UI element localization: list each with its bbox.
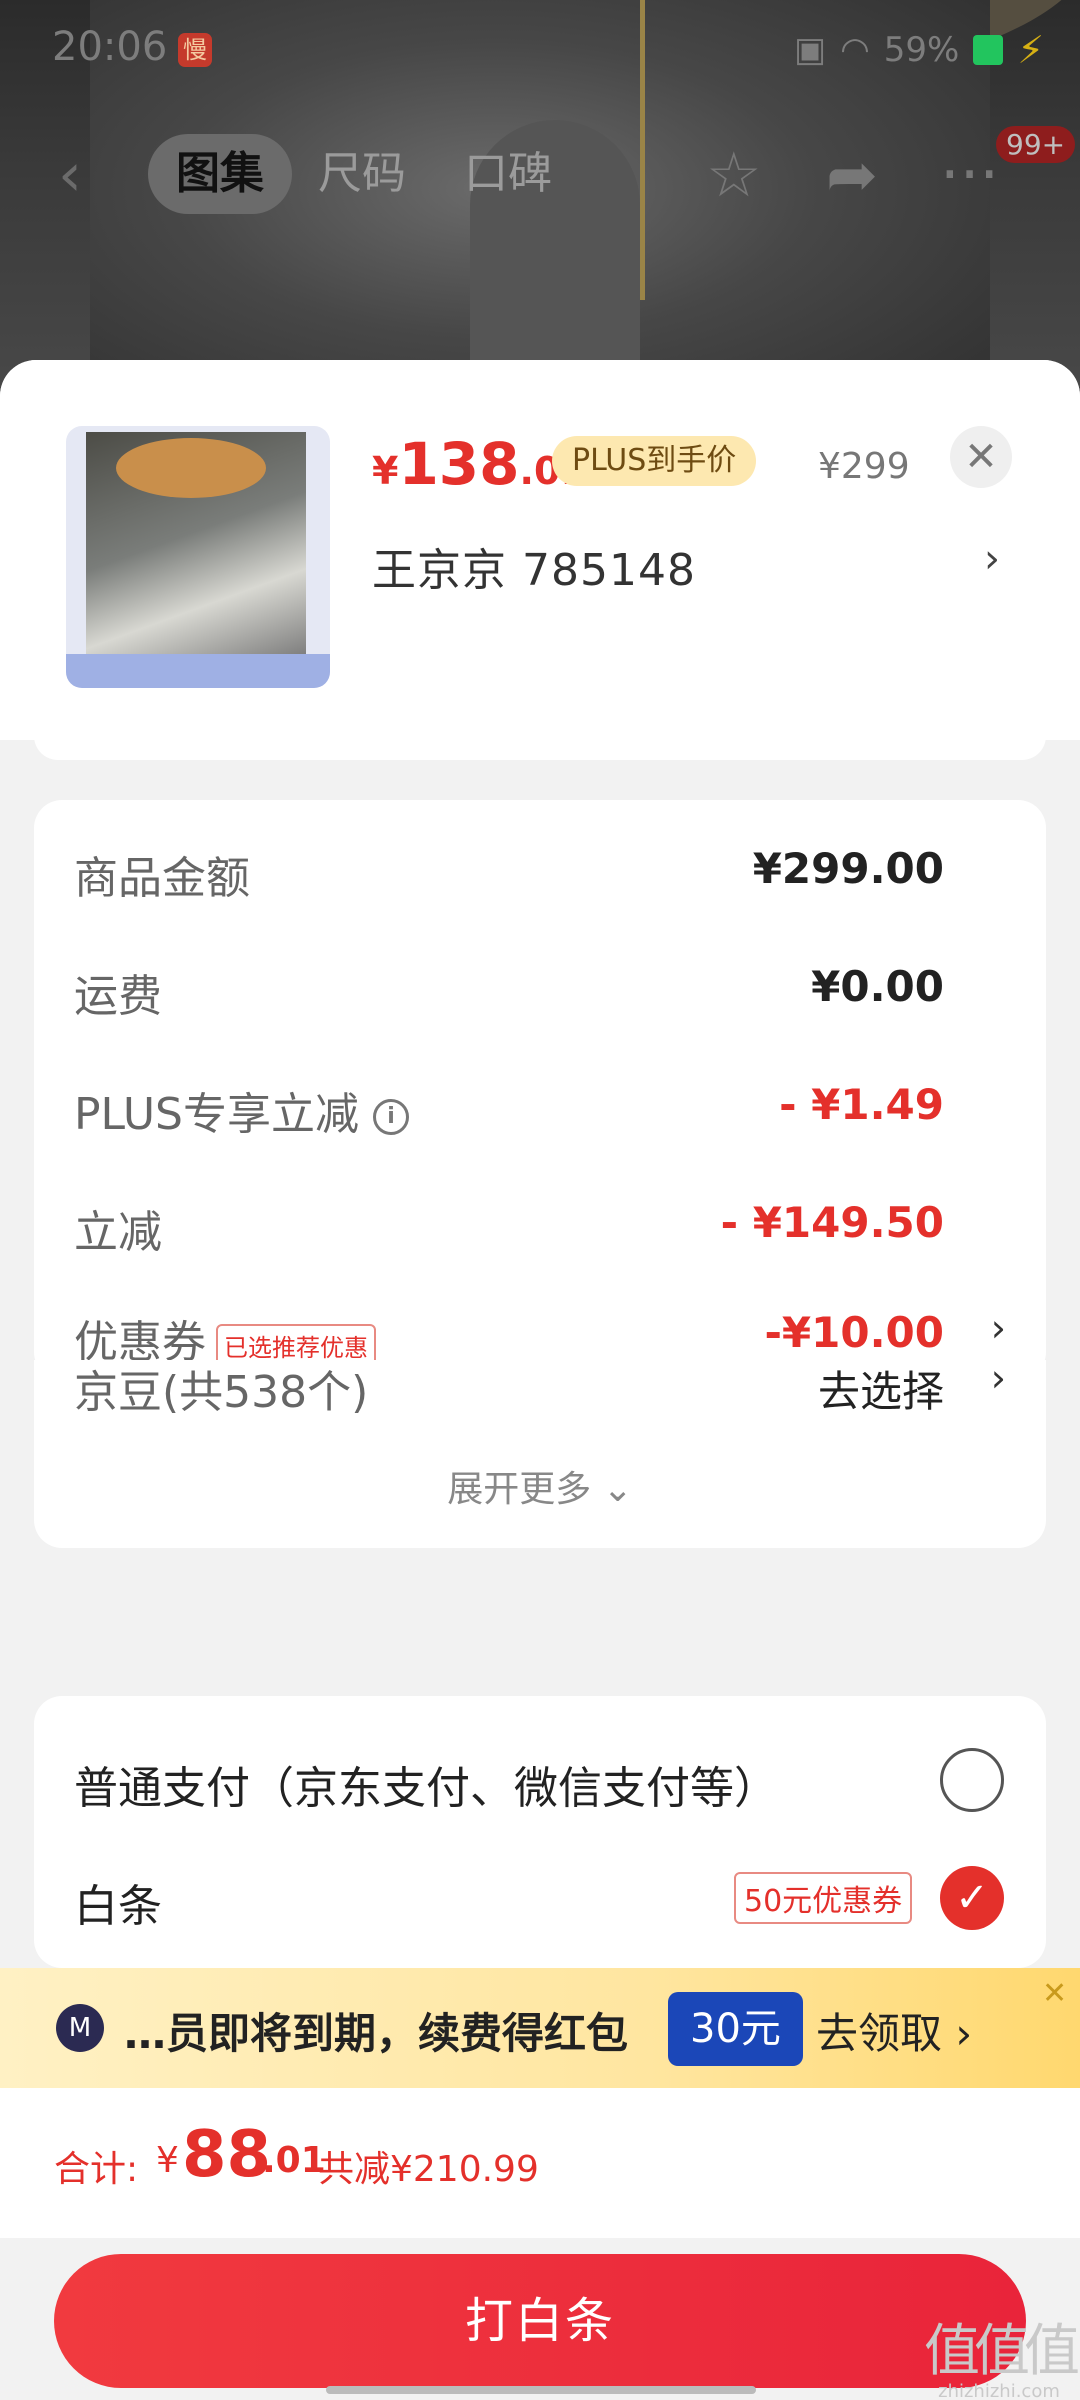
tab-reviews[interactable]: 口碑 xyxy=(464,134,552,214)
summary-value: - ¥149.50 xyxy=(720,1198,944,1247)
site-watermark: 值值值 zhizhizhi.com xyxy=(924,2306,1080,2400)
more-icon[interactable]: ··· xyxy=(940,138,999,211)
summary-row-goods: 商品金额 ¥299.00 xyxy=(74,842,1006,904)
promo-text: …员即将到期，续费得红包 xyxy=(124,2009,629,2058)
expand-more-label: 展开更多 xyxy=(447,1469,592,1510)
close-icon[interactable]: ✕ xyxy=(1042,1976,1067,2011)
collapsed-card-edge xyxy=(34,720,1046,760)
price-summary-card-bottom: 京豆(共538个) 去选择 › 展开更多 ⌄ xyxy=(34,1356,1046,1548)
product-top-nav: ‹ 图集 尺码 口碑 ☆ ➦ ··· 99+ xyxy=(0,126,1080,220)
product-thumbnail[interactable] xyxy=(66,426,330,688)
summary-label: 运费 xyxy=(74,971,162,1022)
chevron-down-icon: ⌄ xyxy=(591,1469,633,1510)
summary-label: 京豆(共538个) xyxy=(74,1367,369,1418)
product-header: ¥ 138 .01 PLUS到手价 ¥299 ✕ 王京京 785148 › xyxy=(0,360,1080,740)
summary-row-instant-discount: 立减 - ¥149.50 xyxy=(74,1196,1006,1258)
order-total-bar: 合计: ¥ 88 .01 共减¥210.99 xyxy=(0,2088,1080,2238)
summary-row-jingdou[interactable]: 京豆(共538个) 去选择 › xyxy=(74,1356,1006,1418)
home-indicator[interactable] xyxy=(326,2386,756,2394)
summary-row-shipping: 运费 ¥0.00 xyxy=(74,960,1006,1022)
price-currency: ¥ xyxy=(372,449,399,493)
total-currency: ¥ xyxy=(156,2140,179,2181)
payment-methods-card: 普通支付（京东支付、微信支付等） 白条 50元优惠券 ✓ xyxy=(34,1696,1046,1968)
summary-label: 立减 xyxy=(74,1207,162,1258)
total-label: 合计: xyxy=(54,2149,139,2190)
promo-claim-link[interactable]: 去领取 › xyxy=(816,2000,972,2061)
watermark-url: zhizhizhi.com xyxy=(938,2381,1060,2400)
baitiao-coupon-tag: 50元优惠券 xyxy=(734,1872,913,1924)
total-integer: 88 xyxy=(182,2118,272,2192)
status-indicators: ▣ ◠ 59% ⚡ xyxy=(794,28,1044,72)
status-time: 20:06 xyxy=(52,24,168,70)
payment-option-label[interactable]: 普通支付（京东支付、微信支付等） xyxy=(74,1752,778,1816)
info-icon[interactable]: i xyxy=(373,1099,409,1135)
message-badge: 99+ xyxy=(996,126,1076,163)
tab-size[interactable]: 尺码 xyxy=(318,134,406,214)
back-icon[interactable]: ‹ xyxy=(58,140,82,210)
chevron-right-icon[interactable]: › xyxy=(984,536,1000,582)
battery-percent: 59% xyxy=(883,30,960,70)
thumbnail-promo-strip xyxy=(66,654,330,688)
promo-amount-badge: 30元 xyxy=(668,1992,803,2066)
tab-gallery[interactable]: 图集 xyxy=(148,134,292,214)
status-bar: 20:06 慢 ▣ ◠ 59% ⚡ xyxy=(0,0,1080,100)
price-integer: 138 xyxy=(398,430,520,498)
payment-option-label[interactable]: 白条 xyxy=(74,1870,162,1934)
summary-row-plus-discount: PLUS专享立减 i - ¥1.49 xyxy=(74,1078,1006,1140)
payment-radio-standard[interactable] xyxy=(940,1748,1004,1812)
watermark-logo-text: 值值值 xyxy=(924,2319,1080,2384)
summary-value: ¥0.00 xyxy=(811,962,944,1011)
summary-value: ¥299.00 xyxy=(752,844,944,893)
summary-label: PLUS专享立减 i xyxy=(74,1078,409,1142)
selected-spec[interactable]: 王京京 785148 xyxy=(372,534,696,598)
pay-with-baitiao-button[interactable]: 打白条 xyxy=(54,2254,1026,2388)
summary-label-text: PLUS专享立减 xyxy=(74,1089,359,1140)
original-price: ¥299 xyxy=(818,446,910,487)
plus-price-badge: PLUS到手价 xyxy=(552,436,757,486)
star-icon[interactable]: ☆ xyxy=(706,138,762,211)
chevron-right-icon[interactable]: › xyxy=(991,1306,1006,1350)
total-savings: 共减¥210.99 xyxy=(318,2149,539,2190)
expand-more-button[interactable]: 展开更多 ⌄ xyxy=(34,1460,1046,1512)
summary-value: - ¥1.49 xyxy=(779,1080,944,1129)
checkmark-icon[interactable]: ✓ xyxy=(940,1866,1004,1930)
total-decimal: .01 xyxy=(262,2140,326,2181)
share-icon[interactable]: ➦ xyxy=(826,138,878,211)
summary-label: 商品金额 xyxy=(74,853,250,904)
plus-logo-icon: M xyxy=(56,2004,104,2052)
plus-renewal-banner[interactable]: M …员即将到期，续费得红包 30元 去领取 › ✕ xyxy=(0,1968,1080,2088)
app-notification-icon: 慢 xyxy=(178,33,212,67)
close-button[interactable]: ✕ xyxy=(950,426,1012,488)
charging-icon: ⚡ xyxy=(1017,28,1044,72)
price-summary-card: 商品金额 ¥299.00 运费 ¥0.00 PLUS专享立减 i - ¥1.49 … xyxy=(34,800,1046,1380)
wifi-icon: ◠ xyxy=(840,30,870,70)
promo-action-label: 去领取 xyxy=(816,2009,943,2058)
nfc-icon: ▣ xyxy=(793,30,827,70)
summary-value: 去选择 xyxy=(817,1367,944,1416)
chevron-right-icon[interactable]: › xyxy=(991,1356,1006,1400)
summary-value: -¥10.00 xyxy=(764,1308,944,1357)
battery-icon xyxy=(973,35,1004,65)
thumbnail-parasol xyxy=(116,438,266,498)
